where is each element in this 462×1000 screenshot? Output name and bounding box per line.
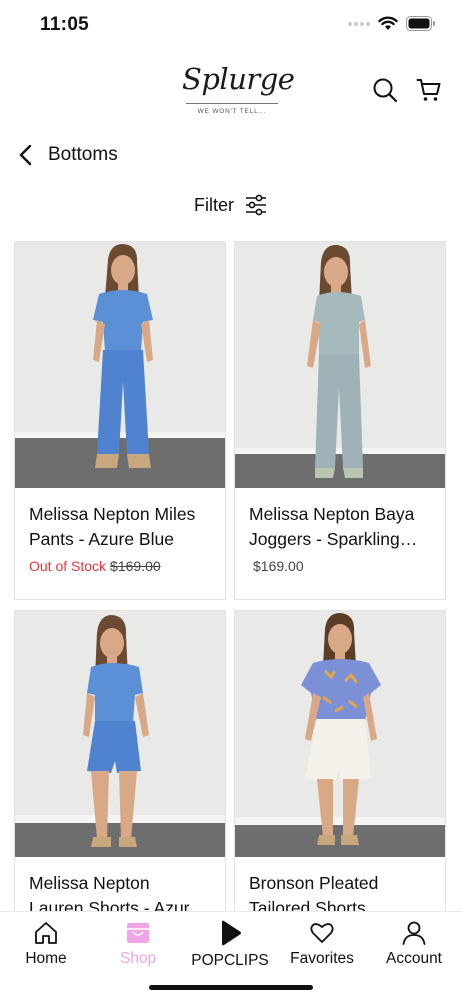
out-of-stock-label: Out of Stock [29, 558, 107, 574]
home-icon [35, 922, 57, 944]
product-card[interactable]: Melissa Nepton Lauren Shorts - Azur… [14, 610, 226, 911]
tab-label: POPCLIPS [191, 952, 269, 969]
logo-divider [186, 103, 278, 104]
cart-icon [416, 79, 441, 101]
filter-label: Filter [194, 194, 234, 215]
product-image[interactable] [15, 611, 225, 857]
heart-icon [310, 923, 334, 943]
page-title: Bottoms [48, 144, 118, 165]
status-icons [348, 16, 436, 31]
chevron-left-icon[interactable] [16, 143, 36, 167]
logo-tagline: WE WON'T TELL... [197, 108, 267, 115]
tab-home[interactable]: Home [0, 918, 92, 968]
filter-button[interactable]: Filter [0, 190, 462, 220]
cart-button[interactable] [414, 75, 444, 105]
tab-shop[interactable]: Shop [92, 918, 184, 968]
product-price: Out of Stock $169.00 [29, 558, 211, 574]
tab-label: Favorites [290, 950, 354, 967]
product-name[interactable]: Melissa Nepton Lauren Shorts - Azur… [29, 871, 211, 911]
tab-popclips[interactable]: POPCLIPS [184, 918, 276, 970]
status-time: 11:05 [40, 14, 90, 35]
product-grid: Melissa Nepton Miles Pants - Azure Blue … [14, 241, 446, 911]
search-icon [373, 78, 398, 103]
tab-account[interactable]: Account [368, 918, 460, 968]
header-actions [370, 75, 444, 105]
product-image[interactable] [15, 242, 225, 488]
cellular-signal-icon [348, 21, 370, 26]
user-icon [402, 921, 426, 945]
product-image[interactable] [235, 611, 445, 857]
product-name[interactable]: Bronson Pleated Tailored Shorts [249, 871, 431, 911]
product-image[interactable] [235, 242, 445, 488]
product-card[interactable]: Melissa Nepton Baya Joggers - Sparkling…… [234, 241, 446, 600]
product-name[interactable]: Melissa Nepton Miles Pants - Azure Blue [29, 502, 211, 552]
search-button[interactable] [370, 75, 400, 105]
play-icon [222, 920, 241, 946]
product-price: $169.00 [249, 558, 431, 574]
wifi-icon [378, 16, 398, 30]
product-card[interactable]: Melissa Nepton Miles Pants - Azure Blue … [14, 241, 226, 600]
price-value: $169.00 [253, 558, 304, 574]
page-heading: Bottoms [16, 140, 118, 170]
tab-label: Shop [119, 950, 157, 967]
status-bar: 11:05 [0, 0, 462, 50]
app-header: Splurge WE WON'T TELL... [0, 55, 462, 125]
tab-label: Account [385, 950, 442, 967]
shopping-bag-icon [127, 923, 149, 943]
logo-wordmark: Splurge [182, 62, 295, 96]
product-card[interactable]: Bronson Pleated Tailored Shorts [234, 610, 446, 911]
price-strikethrough: $169.00 [110, 558, 161, 574]
tab-favorites[interactable]: Favorites [276, 918, 368, 968]
home-indicator[interactable] [149, 985, 313, 990]
brand-logo[interactable]: Splurge WE WON'T TELL... [182, 62, 295, 119]
product-name[interactable]: Melissa Nepton Baya Joggers - Sparkling… [249, 502, 431, 552]
tab-label: Home [25, 950, 67, 967]
sliders-icon [246, 194, 266, 216]
battery-icon [406, 16, 435, 31]
